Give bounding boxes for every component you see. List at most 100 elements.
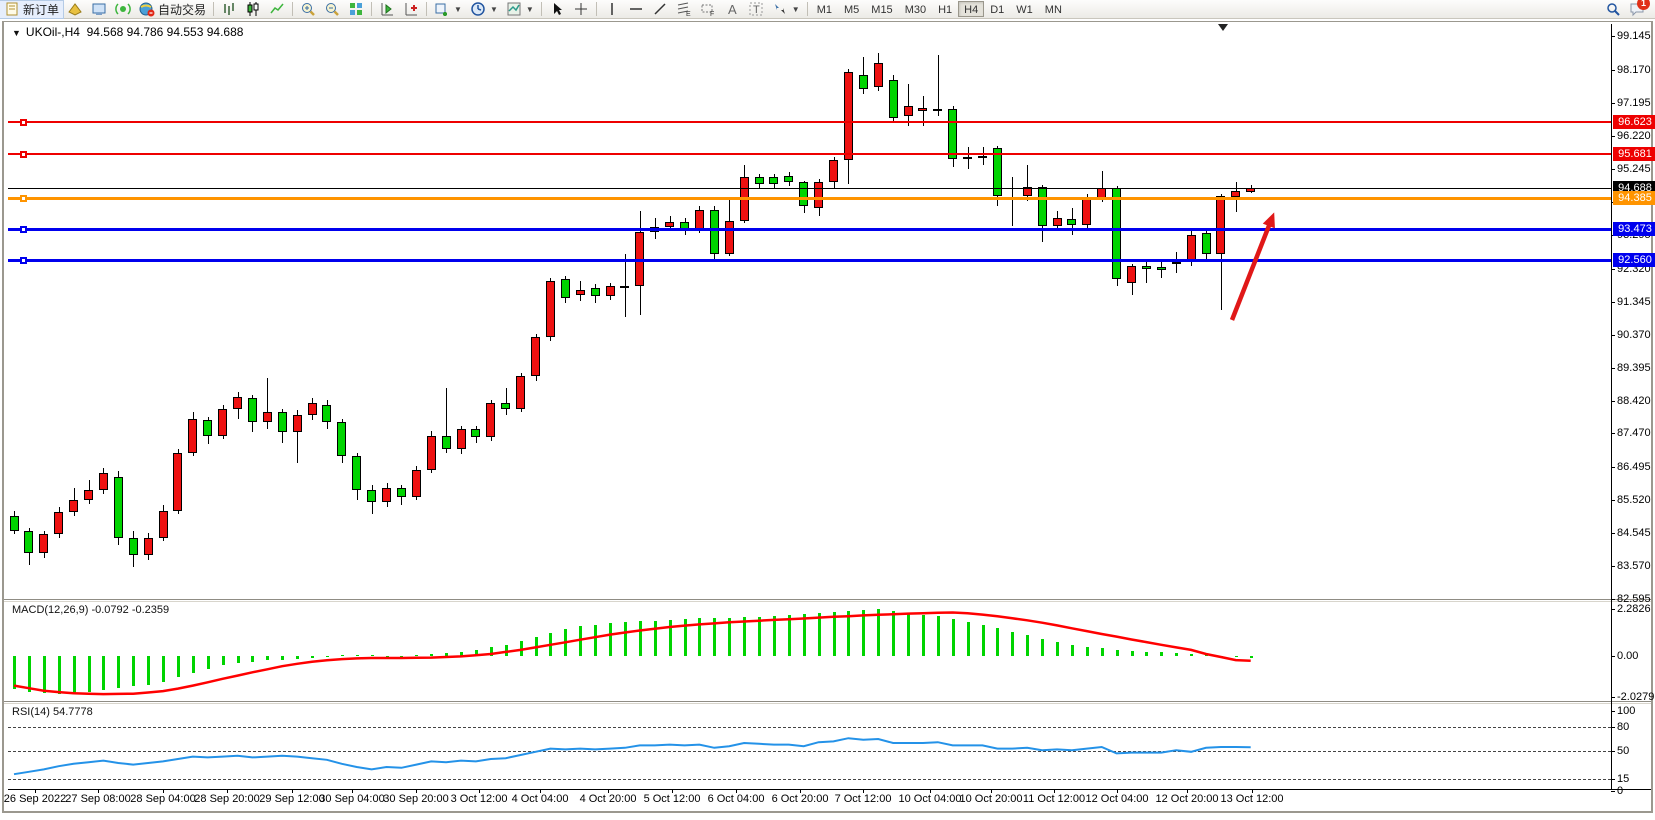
template-button[interactable]: ▼: [502, 1, 538, 18]
chat-button[interactable]: 1: [1625, 1, 1649, 18]
candle: [367, 490, 376, 502]
plot-area[interactable]: ▼UKOil-,H4 94.568 94.786 94.553 94.688 M…: [4, 22, 1651, 810]
rsi-level-line: [8, 751, 1611, 752]
search-button[interactable]: [1601, 1, 1625, 18]
text-label-tool-button[interactable]: T: [744, 1, 768, 18]
horizontal-level-line[interactable]: [8, 121, 1611, 123]
profile-button[interactable]: [375, 1, 399, 18]
time-axis-label: 6 Oct 04:00: [708, 793, 765, 805]
time-axis-label: 30 Sep 20:00: [383, 793, 448, 805]
candle: [874, 63, 883, 87]
time-axis-label: 28 Sep 04:00: [130, 793, 195, 805]
line-chart-button[interactable]: [265, 1, 289, 18]
macd-histogram-bar: [102, 656, 105, 690]
candle: [352, 456, 361, 490]
level-line-handle[interactable]: [20, 226, 27, 233]
charts-button[interactable]: [63, 1, 87, 18]
market-watch-icon: [91, 1, 107, 17]
trend-arrow-annotation[interactable]: [1232, 218, 1272, 320]
vertical-line-tool-button[interactable]: [600, 1, 624, 18]
candle: [576, 290, 585, 295]
text-label-icon: T: [748, 1, 764, 17]
candle: [606, 286, 615, 296]
macd-histogram-bar: [996, 628, 999, 656]
level-line-handle[interactable]: [20, 119, 27, 126]
candle: [84, 490, 93, 500]
candle: [471, 429, 480, 438]
arrows-tool-button[interactable]: ▼: [768, 1, 804, 18]
macd-histogram-bar: [698, 618, 701, 656]
tile-windows-button[interactable]: [344, 1, 368, 18]
horizontal-level-line[interactable]: [8, 228, 1611, 231]
signals-button[interactable]: [111, 1, 135, 18]
candle: [904, 106, 913, 116]
candle: [322, 405, 331, 422]
profile-add-button[interactable]: [399, 1, 423, 18]
price-tick-mark: [1611, 269, 1615, 270]
macd-histogram-bar: [43, 656, 46, 693]
candle: [755, 177, 764, 184]
timeframe-button-h4[interactable]: H4: [958, 1, 984, 17]
fibonacci-tool-button[interactable]: E: [672, 1, 696, 18]
candle: [263, 412, 272, 422]
autotrading-label: 自动交易: [158, 1, 206, 18]
pane-divider-rsi[interactable]: [4, 701, 1651, 704]
horizontal-level-line[interactable]: [8, 153, 1611, 155]
add-chart-button[interactable]: ▼: [430, 1, 466, 18]
trendline-tool-button[interactable]: [648, 1, 672, 18]
macd-histogram-bar: [475, 650, 478, 656]
symbol-dropdown-icon[interactable]: ▼: [12, 28, 21, 38]
macd-histogram-bar: [877, 609, 880, 656]
level-line-handle[interactable]: [20, 195, 27, 202]
cursor-tool-button[interactable]: [545, 1, 569, 18]
zoom-out-button[interactable]: [320, 1, 344, 18]
timeframe-button-w1[interactable]: W1: [1010, 1, 1039, 17]
timeframe-button-m5[interactable]: M5: [838, 1, 865, 17]
macd-axis-label: 0.00: [1617, 650, 1655, 662]
macd-histogram-bar: [28, 656, 31, 692]
candle: [188, 419, 197, 453]
macd-histogram-bar: [535, 637, 538, 656]
candle: [665, 222, 674, 227]
timeframe-button-mn[interactable]: MN: [1039, 1, 1068, 17]
text-tool-button[interactable]: A: [720, 1, 744, 18]
macd-histogram-bar: [281, 656, 284, 660]
horizontal-level-line[interactable]: [8, 188, 1611, 189]
toolbar-separator: [807, 2, 808, 16]
timeframe-button-m30[interactable]: M30: [899, 1, 932, 17]
channel-tool-button[interactable]: F: [696, 1, 720, 18]
horizontal-line-tool-button[interactable]: [624, 1, 648, 18]
level-line-handle[interactable]: [20, 151, 27, 158]
zoom-in-button[interactable]: [296, 1, 320, 18]
crosshair-tool-button[interactable]: [569, 1, 593, 18]
macd-histogram-bar: [1160, 652, 1163, 656]
candle: [1067, 219, 1076, 225]
rsi-tick-mark: [1611, 751, 1615, 752]
chart-shift-marker-icon[interactable]: [1218, 24, 1228, 31]
timeframe-button-d1[interactable]: D1: [984, 1, 1010, 17]
rsi-level-line: [8, 779, 1611, 780]
horizontal-level-line[interactable]: [8, 197, 1611, 200]
pane-divider-macd[interactable]: [4, 599, 1651, 602]
autotrading-icon: [139, 1, 155, 17]
price-tick-label: 85.520: [1617, 494, 1655, 506]
period-button[interactable]: ▼: [466, 1, 502, 18]
macd-histogram-bar: [743, 617, 746, 656]
new-order-icon: [4, 1, 20, 17]
new-order-button[interactable]: 新订单: [0, 1, 63, 18]
macd-label: MACD(12,26,9) -0.0792 -0.2359: [12, 604, 169, 616]
macd-histogram-bar: [1041, 639, 1044, 656]
timeframe-button-m1[interactable]: M1: [811, 1, 838, 17]
level-line-handle[interactable]: [20, 257, 27, 264]
bar-chart-button[interactable]: [217, 1, 241, 18]
candle: [963, 157, 972, 159]
horizontal-level-line[interactable]: [8, 259, 1611, 262]
timeframe-button-h1[interactable]: H1: [932, 1, 958, 17]
macd-histogram-bar: [907, 613, 910, 656]
timeframe-button-m15[interactable]: M15: [865, 1, 898, 17]
autotrading-button[interactable]: 自动交易: [135, 1, 210, 18]
profile-icon: [379, 1, 395, 17]
market-watch-button[interactable]: [87, 1, 111, 18]
candlestick-chart-button[interactable]: [241, 1, 265, 18]
macd-histogram-bar: [73, 656, 76, 693]
